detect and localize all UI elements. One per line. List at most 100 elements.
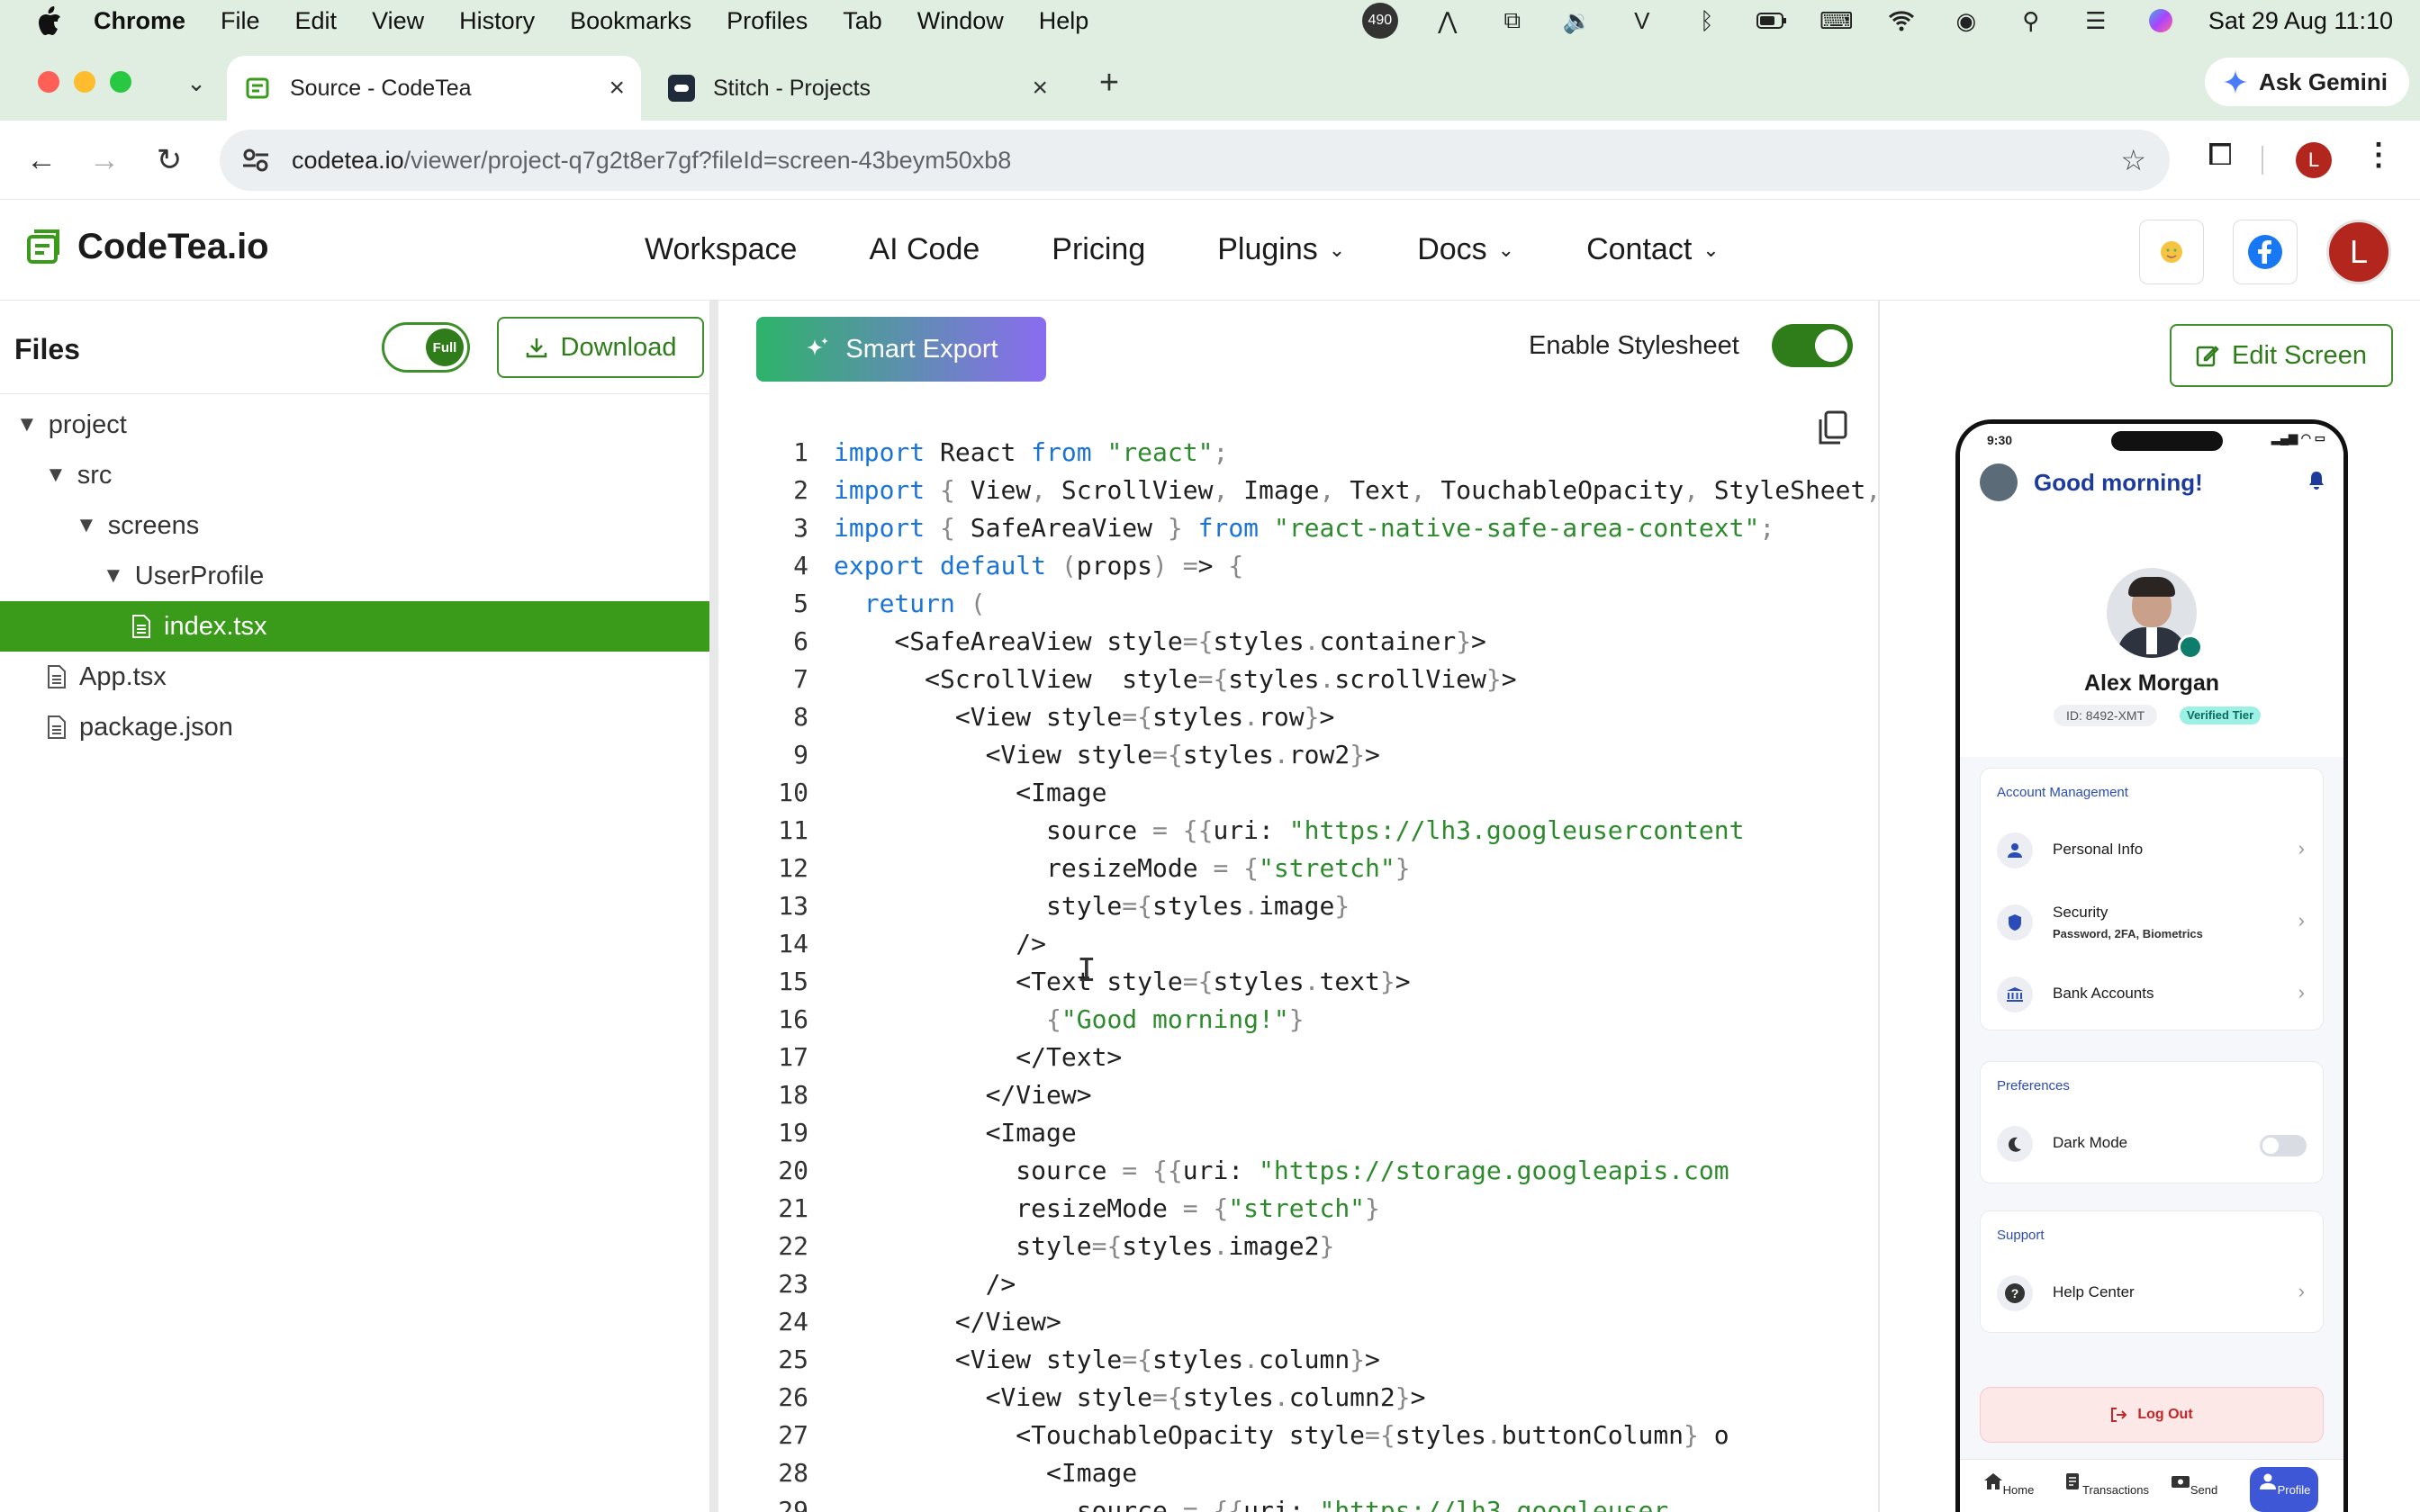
personal-info-item[interactable]: Personal Info ›	[1981, 819, 2323, 882]
close-tab-icon[interactable]: ×	[1032, 73, 1048, 104]
wifi-icon[interactable]	[1886, 8, 1917, 33]
code-line[interactable]: 6 <SafeAreaView style={styles.container}…	[727, 623, 1878, 661]
code-line[interactable]: 14 />	[727, 925, 1878, 963]
code-line[interactable]: 13 style={styles.image}	[727, 887, 1878, 925]
extensions-puzzle-icon[interactable]: ⧠	[2200, 135, 2240, 175]
code-line[interactable]: 27 <TouchableOpacity style={styles.butto…	[727, 1417, 1878, 1454]
code-line[interactable]: 18 </View>	[727, 1076, 1878, 1114]
reload-icon[interactable]: ↻	[149, 140, 189, 180]
code-line[interactable]: 5 return (	[727, 585, 1878, 623]
edit-screen-button[interactable]: Edit Screen	[2170, 324, 2393, 387]
code-line[interactable]: 15 <Text style={styles.text}>	[727, 963, 1878, 1001]
spotlight-search-icon[interactable]: ⚲	[2016, 7, 2046, 34]
expand-triangle-icon[interactable]: ▼	[16, 412, 38, 437]
expand-triangle-icon[interactable]: ▼	[45, 463, 67, 488]
menu-tab[interactable]: Tab	[843, 7, 882, 35]
menu-profiles[interactable]: Profiles	[727, 7, 808, 35]
window-minimize-button[interactable]	[74, 71, 95, 93]
dark-mode-item[interactable]: Dark Mode	[1981, 1112, 2323, 1175]
code-line[interactable]: 4 export default (props) => {	[727, 547, 1878, 585]
code-line[interactable]: 17 </Text>	[727, 1039, 1878, 1076]
notification-count-badge[interactable]: 490	[1361, 3, 1398, 39]
nav-plugins[interactable]: Plugins ⌄	[1217, 232, 1345, 267]
user-account-icon[interactable]: ◉	[1951, 7, 1982, 34]
tree-file-app-tsx[interactable]: App.tsx	[0, 652, 709, 702]
bookmark-star-icon[interactable]: ☆	[2120, 143, 2146, 177]
site-settings-icon[interactable]	[239, 144, 272, 176]
codetea-logo[interactable]: CodeTea.io	[25, 227, 269, 267]
bank-accounts-item[interactable]: Bank Accounts ›	[1981, 963, 2323, 1026]
apple-logo-icon[interactable]	[36, 5, 63, 36]
code-line[interactable]: 29 source = {{uri: "https://lh3.googleus…	[727, 1492, 1878, 1512]
nav-pricing[interactable]: Pricing	[1052, 232, 1145, 267]
full-toggle[interactable]: Full	[382, 322, 470, 373]
menu-history[interactable]: History	[459, 7, 535, 35]
code-line[interactable]: 3 import { SafeAreaView } from "react-nat…	[727, 509, 1878, 547]
theme-toggle-sun-icon[interactable]	[2139, 220, 2204, 284]
ask-gemini-button[interactable]: Ask Gemini	[2204, 58, 2409, 106]
code-line[interactable]: 26 <View style={styles.column2}>	[727, 1379, 1878, 1417]
control-center-icon[interactable]: ☰	[2081, 7, 2111, 34]
tree-file-index-tsx[interactable]: index.tsx	[0, 601, 709, 652]
menu-edit[interactable]: Edit	[295, 7, 338, 35]
chrome-menu-icon[interactable]: ⋮	[2359, 135, 2398, 175]
tab-stitch-projects[interactable]: Stitch - Projects ×	[650, 56, 1064, 121]
bluetooth-icon[interactable]: ᛒ	[1692, 7, 1722, 34]
menu-bookmarks[interactable]: Bookmarks	[570, 7, 691, 35]
code-line[interactable]: 12 resizeMode = {"stretch"}	[727, 850, 1878, 887]
code-editor[interactable]: 1 import React from "react"; 2 import { Vie…	[727, 434, 1878, 1512]
facebook-icon[interactable]	[2233, 220, 2298, 284]
tab-transactions[interactable]: Transactions	[2063, 1467, 2149, 1497]
code-line[interactable]: 24 </View>	[727, 1303, 1878, 1341]
tab-send[interactable]: Send	[2158, 1467, 2230, 1497]
phone-preview[interactable]: 9:30 ▂▄▆ ◠ ▭ Good morning! Alex Morgan I…	[1955, 419, 2348, 1512]
back-arrow-icon[interactable]: ←	[22, 140, 61, 180]
code-line[interactable]: 11 source = {{uri: "https://lh3.googleus…	[727, 812, 1878, 850]
app-a-icon[interactable]: ⋀	[1432, 7, 1463, 34]
logout-button[interactable]: Log Out	[1980, 1387, 2324, 1443]
code-line[interactable]: 1 import React from "react";	[727, 434, 1878, 472]
new-tab-plus-icon[interactable]: +	[1091, 64, 1127, 102]
tree-folder-userprofile[interactable]: ▼ UserProfile	[0, 551, 709, 601]
download-button[interactable]: Download	[497, 317, 704, 378]
tree-file-package-json[interactable]: package.json	[0, 702, 709, 752]
menu-window[interactable]: Window	[917, 7, 1004, 35]
code-line[interactable]: 7 <ScrollView style={styles.scrollView}>	[727, 661, 1878, 698]
code-line[interactable]: 16 {"Good morning!"}	[727, 1001, 1878, 1039]
tab-home[interactable]: Home	[1973, 1467, 2045, 1497]
battery-icon[interactable]	[1756, 8, 1787, 33]
help-center-item[interactable]: ? Help Center ›	[1981, 1262, 2323, 1325]
keyboard-icon[interactable]: ⌨	[1820, 7, 1854, 34]
code-line[interactable]: 9 <View style={styles.row2}>	[727, 736, 1878, 774]
siri-icon[interactable]	[2145, 8, 2176, 33]
volume-icon[interactable]: 🔉	[1562, 7, 1593, 34]
tab-profile[interactable]: Profile	[2250, 1467, 2318, 1512]
close-tab-icon[interactable]: ×	[609, 73, 625, 104]
menu-file[interactable]: File	[221, 7, 260, 35]
vpn-icon[interactable]: V	[1627, 7, 1657, 34]
code-line[interactable]: 28 <Image	[727, 1454, 1878, 1492]
nav-workspace[interactable]: Workspace	[645, 232, 797, 267]
menu-help[interactable]: Help	[1039, 7, 1089, 35]
code-line[interactable]: 8 <View style={styles.row}>	[727, 698, 1878, 736]
code-line[interactable]: 20 source = {{uri: "https://storage.goog…	[727, 1152, 1878, 1190]
expand-triangle-icon[interactable]: ▼	[76, 513, 97, 538]
forward-arrow-icon[interactable]: →	[85, 140, 124, 180]
code-line[interactable]: 23 />	[727, 1265, 1878, 1303]
window-zoom-button[interactable]	[110, 71, 131, 93]
tab-search-chevron-icon[interactable]: ⌄	[178, 65, 214, 101]
window-close-button[interactable]	[38, 71, 59, 93]
security-item[interactable]: Security Password, 2FA, Biometrics ›	[1981, 891, 2323, 954]
address-bar[interactable]: codetea.io/viewer/project-q7g2t8er7gf?fi…	[220, 130, 2170, 191]
nav-docs[interactable]: Docs ⌄	[1417, 232, 1514, 267]
dark-mode-switch[interactable]	[2260, 1135, 2307, 1156]
menu-app-name[interactable]: Chrome	[94, 7, 185, 35]
tree-folder-src[interactable]: ▼ src	[0, 450, 709, 500]
tree-folder-project[interactable]: ▼ project	[0, 400, 709, 450]
user-avatar[interactable]: L	[2326, 220, 2391, 284]
stylesheet-toggle[interactable]	[1772, 324, 1853, 367]
smart-export-button[interactable]: Smart Export	[756, 317, 1046, 382]
code-line[interactable]: 21 resizeMode = {"stretch"}	[727, 1190, 1878, 1228]
nav-ai-code[interactable]: AI Code	[869, 232, 980, 267]
tab-source-codetea[interactable]: Source - CodeTea ×	[227, 56, 641, 121]
